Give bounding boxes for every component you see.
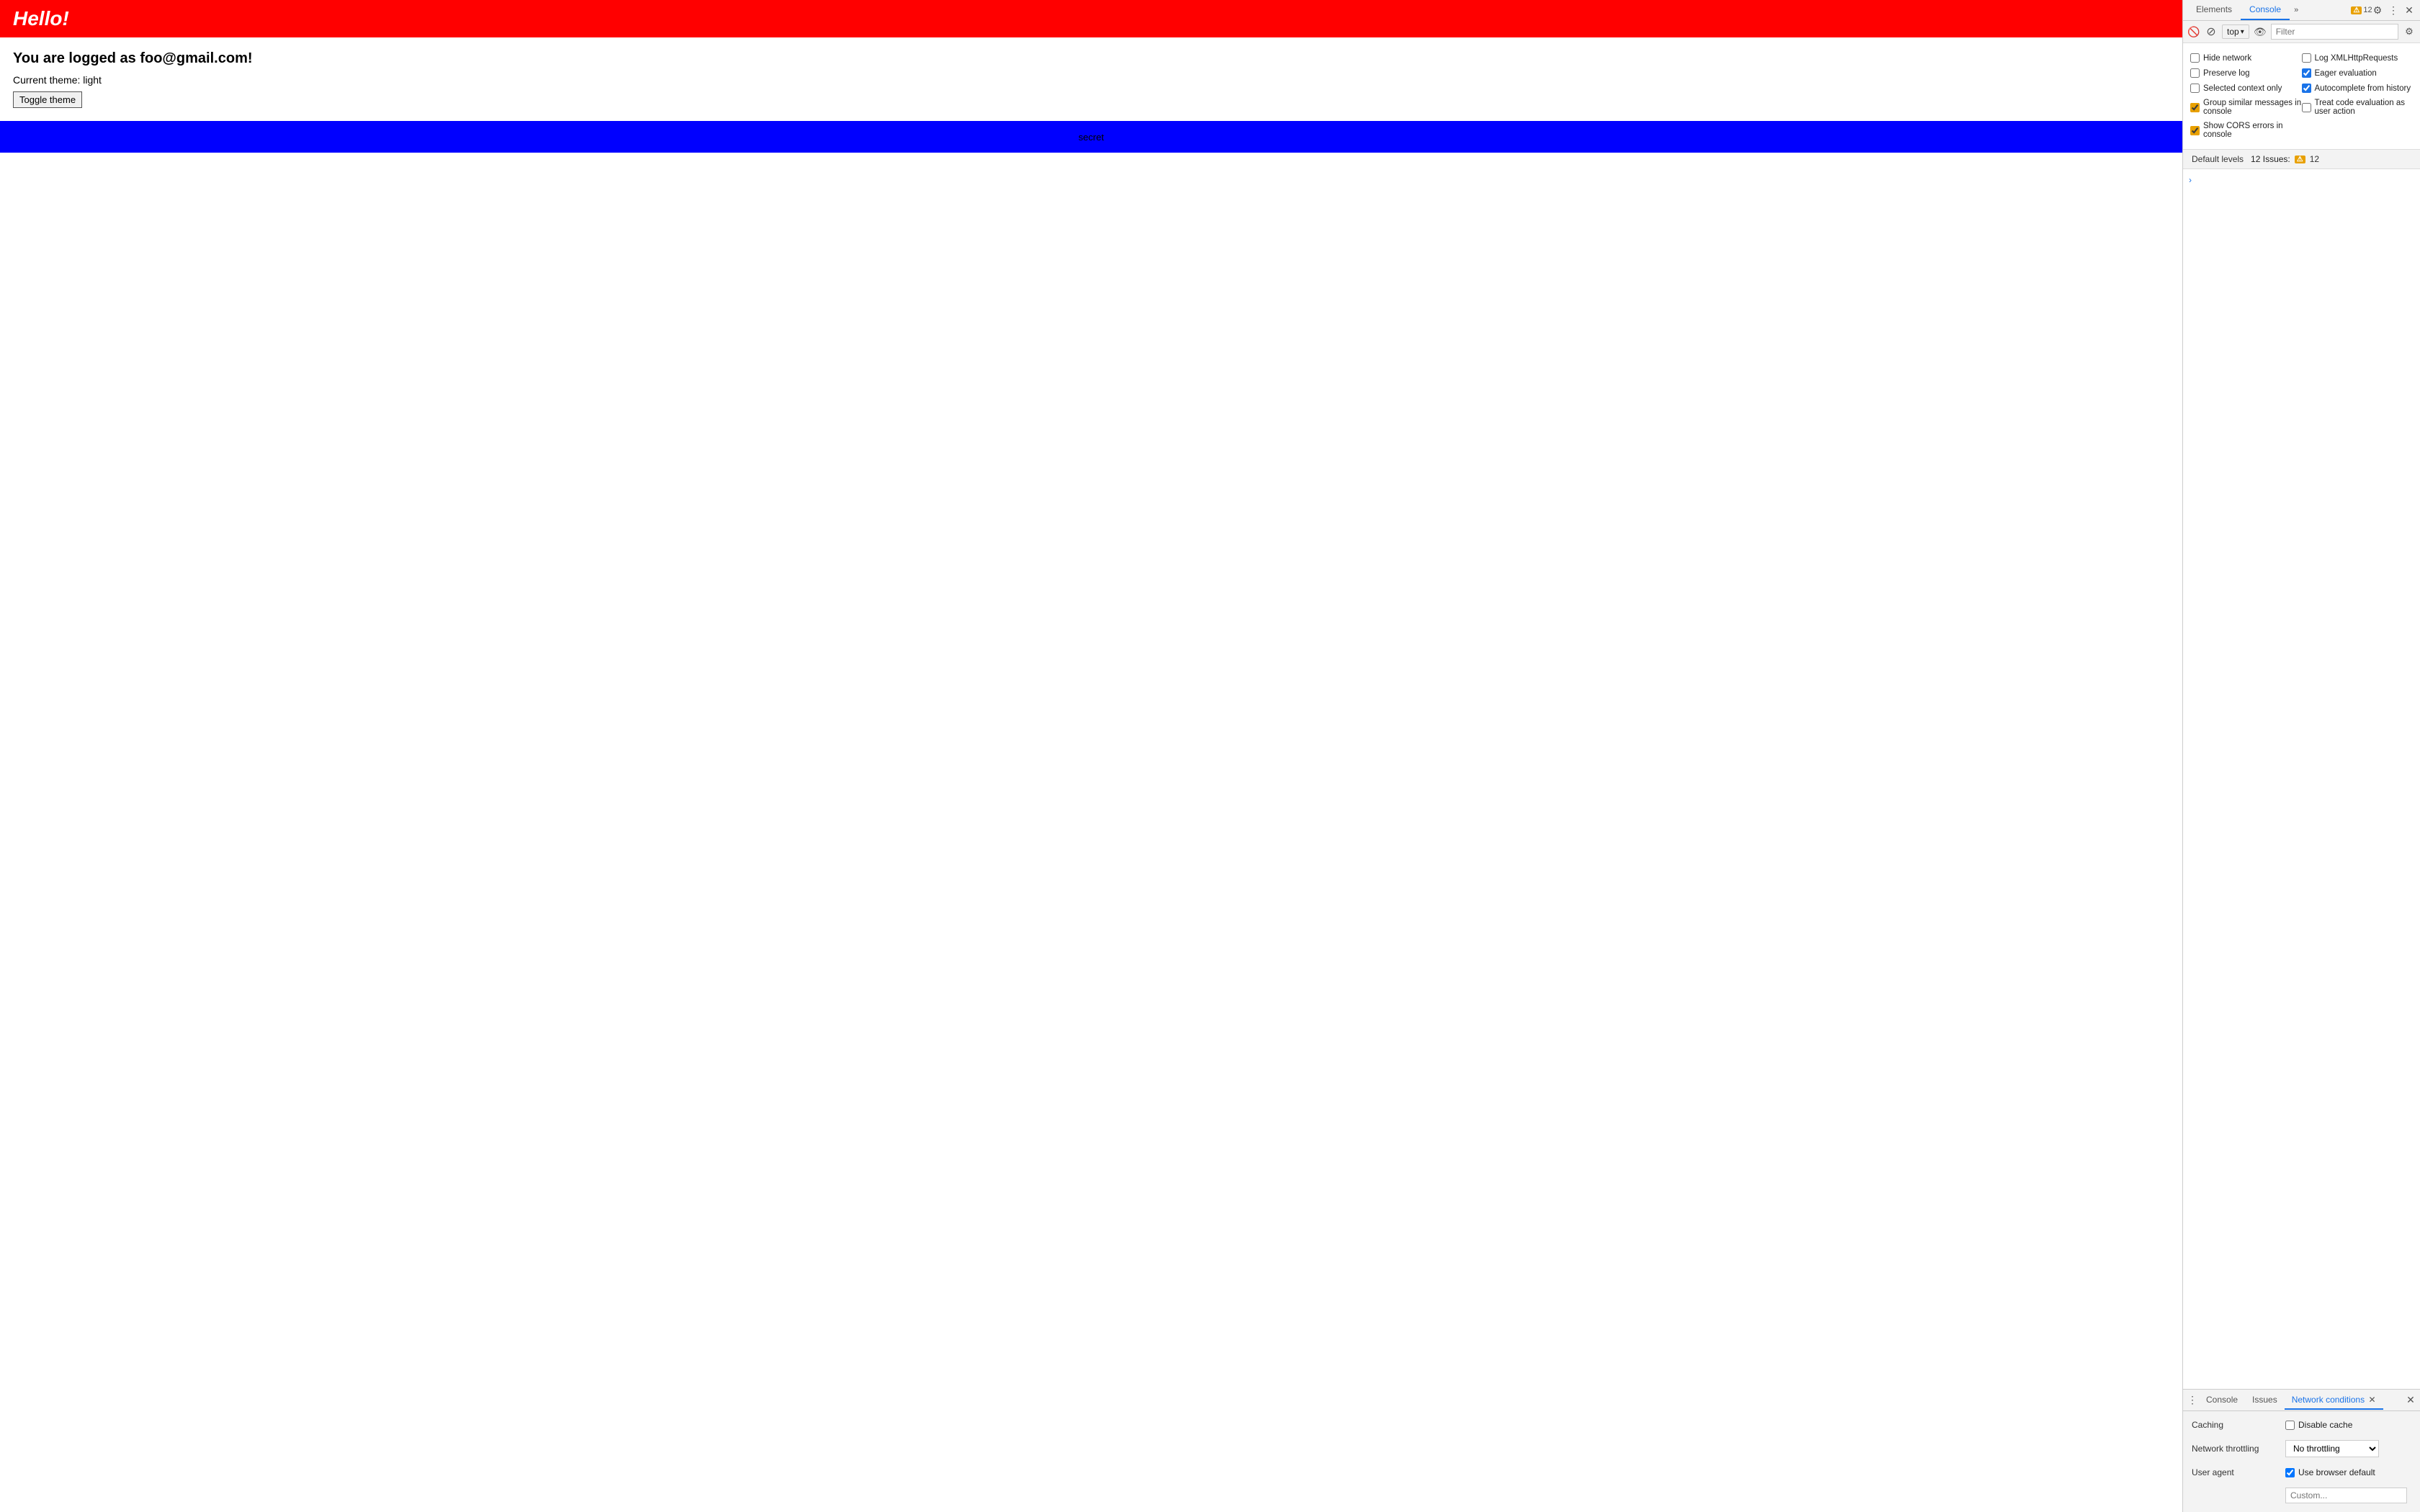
bottom-tab-issues[interactable]: Issues <box>2245 1391 2285 1410</box>
log-xml-checkbox[interactable] <box>2302 53 2311 63</box>
setting-log-xml[interactable]: Log XMLHttpRequests <box>2302 52 2414 64</box>
selected-context-only-label: Selected context only <box>2203 84 2282 93</box>
clear-console-icon[interactable]: 🚫 <box>2187 25 2200 38</box>
setting-hide-network[interactable]: Hide network <box>2190 52 2302 64</box>
toggle-theme-button[interactable]: Toggle theme <box>13 91 82 108</box>
chevron-down-icon: ▾ <box>2241 28 2244 36</box>
issues-badge-icon[interactable]: ⚠ 12 <box>2355 4 2368 17</box>
tab-console[interactable]: Console <box>2241 0 2290 20</box>
setting-preserve-log[interactable]: Preserve log <box>2190 67 2302 79</box>
hide-network-checkbox[interactable] <box>2190 53 2200 63</box>
preserve-log-label: Preserve log <box>2203 69 2250 78</box>
bottom-tab-network-conditions-close-icon[interactable]: ✕ <box>2368 1395 2375 1405</box>
console-main: › <box>2183 169 2420 1389</box>
use-browser-default-checkbox[interactable] <box>2285 1468 2295 1477</box>
custom-row <box>2192 1488 2411 1503</box>
bottom-tab-icons: ✕ <box>2404 1394 2417 1407</box>
secret-text: secret <box>1078 132 1103 143</box>
autocomplete-from-history-label: Autocomplete from history <box>2315 84 2411 93</box>
autocomplete-from-history-checkbox[interactable] <box>2302 84 2311 93</box>
custom-user-agent-input[interactable] <box>2285 1488 2407 1503</box>
issues-warning-icon: ⚠ <box>2295 156 2305 163</box>
bottom-more-icon[interactable]: ⋮ <box>2186 1394 2199 1407</box>
bottom-tab-bar: ⋮ Console Issues Network conditions ✕ ✕ <box>2183 1390 2420 1411</box>
throttling-select[interactable]: No throttling <box>2285 1440 2379 1457</box>
setting-show-cors[interactable]: Show CORS errors in console <box>2190 120 2302 140</box>
group-similar-checkbox[interactable] <box>2190 103 2200 112</box>
disable-cache-label[interactable]: Disable cache <box>2285 1420 2352 1430</box>
bottom-tab-console[interactable]: Console <box>2199 1391 2245 1410</box>
preserve-log-checkbox[interactable] <box>2190 68 2200 78</box>
setting-autocomplete-from-history[interactable]: Autocomplete from history <box>2302 82 2414 94</box>
theme-row: Current theme: light <box>13 74 2169 86</box>
user-agent-row: User agent Use browser default <box>2192 1467 2411 1477</box>
bottom-tab-network-conditions-label: Network conditions <box>2292 1395 2365 1405</box>
bottom-panel: ⋮ Console Issues Network conditions ✕ ✕ … <box>2183 1389 2420 1512</box>
settings-col-left: Hide network Preserve log Selected conte… <box>2190 49 2302 143</box>
bottom-close-icon[interactable]: ✕ <box>2404 1394 2417 1407</box>
setting-treat-code-eval[interactable]: Treat code evaluation as user action <box>2302 97 2414 117</box>
filter-input[interactable] <box>2271 24 2398 40</box>
use-browser-default-text: Use browser default <box>2298 1467 2375 1477</box>
caching-row: Caching Disable cache <box>2192 1420 2411 1430</box>
show-cors-checkbox[interactable] <box>2190 126 2200 135</box>
logged-in-text: You are logged as foo@gmail.com! <box>13 50 2169 67</box>
tab-more[interactable]: » <box>2290 3 2303 17</box>
console-settings-gear-icon[interactable]: ⚙ <box>2403 25 2416 38</box>
user-agent-label: User agent <box>2192 1467 2278 1477</box>
group-similar-label: Group similar messages in console <box>2203 99 2302 116</box>
settings-row-1: Hide network Preserve log Selected conte… <box>2190 49 2413 143</box>
bottom-tab-network-conditions[interactable]: Network conditions ✕ <box>2285 1391 2383 1410</box>
theme-value: light <box>83 74 102 86</box>
selected-context-only-checkbox[interactable] <box>2190 84 2200 93</box>
theme-label: Current theme: <box>13 74 80 86</box>
devtools-tab-bar: Elements Console » ⚠ 12 ⚙ ⋮ ✕ <box>2183 0 2420 21</box>
issues-icon: ⚠ <box>2351 6 2362 14</box>
page-header: Hello! <box>0 0 2182 37</box>
tab-elements[interactable]: Elements <box>2187 0 2241 20</box>
setting-selected-context-only[interactable]: Selected context only <box>2190 82 2302 94</box>
main-page: Hello! You are logged as foo@gmail.com! … <box>0 0 2182 1512</box>
network-conditions-content: Caching Disable cache Network throttling… <box>2183 1411 2420 1512</box>
eager-evaluation-checkbox[interactable] <box>2302 68 2311 78</box>
tab-icons: ⚠ 12 ⚙ ⋮ ✕ <box>2355 4 2416 17</box>
treat-code-eval-checkbox[interactable] <box>2302 103 2311 112</box>
issues-number: 12 <box>2310 154 2319 164</box>
close-devtools-icon[interactable]: ✕ <box>2403 4 2416 17</box>
disable-cache-text: Disable cache <box>2298 1420 2352 1430</box>
show-cors-label: Show CORS errors in console <box>2203 122 2302 139</box>
setting-eager-evaluation[interactable]: Eager evaluation <box>2302 67 2414 79</box>
disable-cache-checkbox[interactable] <box>2285 1421 2295 1430</box>
setting-group-similar[interactable]: Group similar messages in console <box>2190 97 2302 117</box>
use-browser-default-label[interactable]: Use browser default <box>2285 1467 2375 1477</box>
gear-icon[interactable]: ⚙ <box>2371 4 2384 17</box>
log-xml-label: Log XMLHttpRequests <box>2315 54 2398 63</box>
eager-evaluation-label: Eager evaluation <box>2315 69 2377 78</box>
disable-icon[interactable]: ⊘ <box>2205 25 2218 38</box>
more-icon[interactable]: ⋮ <box>2387 4 2400 17</box>
context-selector[interactable]: top ▾ <box>2222 24 2249 39</box>
page-body: You are logged as foo@gmail.com! Current… <box>0 37 2182 121</box>
blue-banner: secret <box>0 121 2182 153</box>
devtools-panel: Elements Console » ⚠ 12 ⚙ ⋮ ✕ 🚫 ⊘ top ▾ … <box>2182 0 2420 1512</box>
issues-label: 12 Issues: <box>2251 154 2290 164</box>
hide-network-label: Hide network <box>2203 54 2251 63</box>
console-toolbar: 🚫 ⊘ top ▾ 👁 ⚙ <box>2183 21 2420 43</box>
console-chevron[interactable]: › <box>2189 172 2414 188</box>
eye-icon[interactable]: 👁 <box>2254 25 2267 38</box>
console-settings-panel: Hide network Preserve log Selected conte… <box>2183 43 2420 150</box>
default-levels-button[interactable]: Default levels <box>2189 153 2246 166</box>
treat-code-eval-label: Treat code evaluation as user action <box>2315 99 2414 116</box>
context-label: top <box>2227 27 2239 37</box>
settings-col-right: Log XMLHttpRequests Eager evaluation Aut… <box>2302 49 2414 143</box>
throttling-label: Network throttling <box>2192 1444 2278 1454</box>
caching-label: Caching <box>2192 1420 2278 1430</box>
page-title: Hello! <box>13 7 2169 30</box>
throttling-row: Network throttling No throttling <box>2192 1440 2411 1457</box>
issues-bar: Default levels 12 Issues: ⚠ 12 <box>2183 150 2420 169</box>
